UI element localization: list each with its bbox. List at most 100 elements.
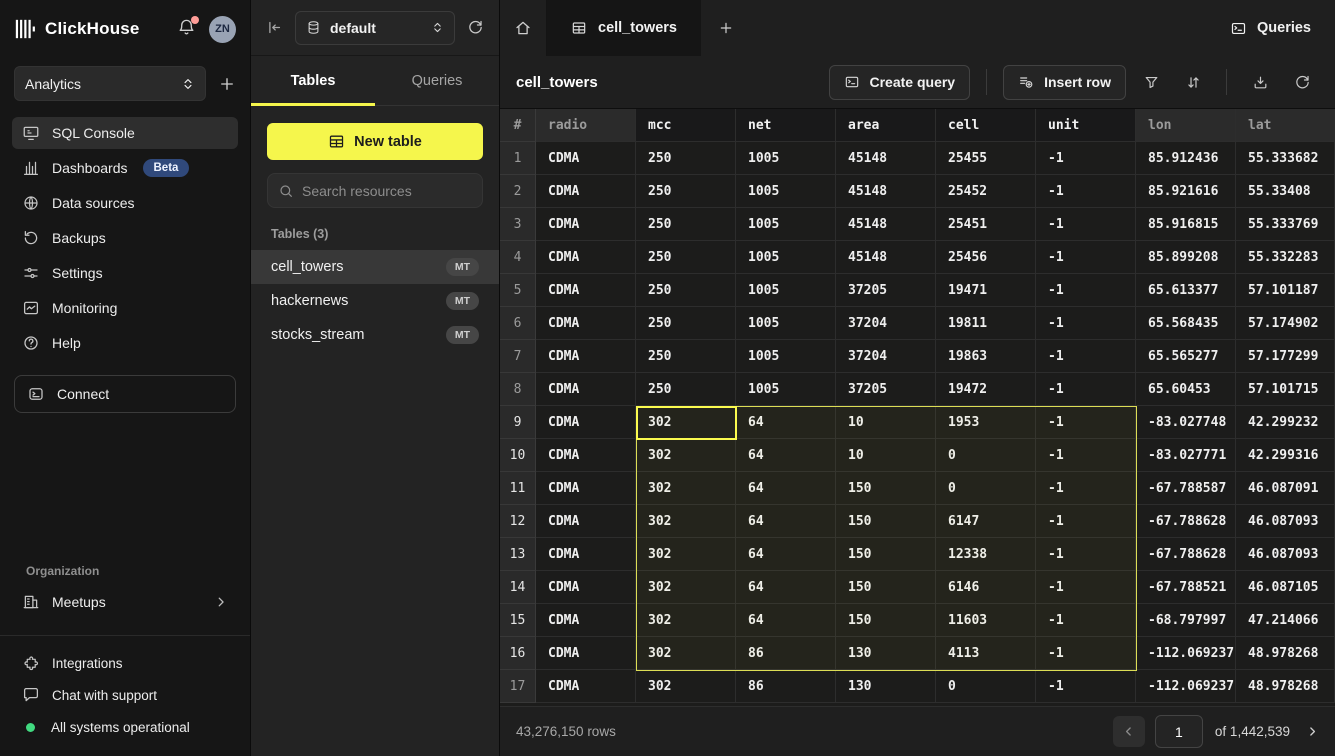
table-cell-unit[interactable]: -1 <box>1036 406 1136 439</box>
table-cell-mcc[interactable]: 302 <box>636 406 736 439</box>
table-cell-unit[interactable]: -1 <box>1036 439 1136 472</box>
table-cell-cell[interactable]: 19471 <box>936 274 1036 307</box>
row-number[interactable]: 10 <box>500 439 536 472</box>
table-cell-radio[interactable]: CDMA <box>536 373 636 406</box>
table-cell-lon[interactable]: 65.60453 <box>1136 373 1236 406</box>
table-cell-area[interactable]: 150 <box>836 472 936 505</box>
column-header-radio[interactable]: radio <box>536 109 636 142</box>
table-cell-lon[interactable]: -83.027748 <box>1136 406 1236 439</box>
table-cell-area[interactable]: 150 <box>836 571 936 604</box>
table-cell-net[interactable]: 1005 <box>736 175 836 208</box>
notifications-button[interactable] <box>177 18 196 40</box>
column-header-unit[interactable]: unit <box>1036 109 1136 142</box>
row-number[interactable]: 4 <box>500 241 536 274</box>
prev-page-button[interactable] <box>1113 716 1145 747</box>
refresh-button[interactable] <box>1285 65 1319 99</box>
connect-button[interactable]: Connect <box>14 375 236 413</box>
table-cell-radio[interactable]: CDMA <box>536 439 636 472</box>
search-input[interactable] <box>302 183 472 199</box>
table-cell-lat[interactable]: 57.101187 <box>1236 274 1335 307</box>
row-number[interactable]: 9 <box>500 406 536 439</box>
table-cell-net[interactable]: 64 <box>736 604 836 637</box>
table-cell-radio[interactable]: CDMA <box>536 175 636 208</box>
table-cell-lat[interactable]: 42.299232 <box>1236 406 1335 439</box>
table-cell-lat[interactable]: 55.332283 <box>1236 241 1335 274</box>
table-cell-cell[interactable]: 0 <box>936 670 1036 703</box>
table-cell-radio[interactable]: CDMA <box>536 142 636 175</box>
table-cell-mcc[interactable]: 250 <box>636 175 736 208</box>
table-cell-lat[interactable]: 47.214066 <box>1236 604 1335 637</box>
table-cell-unit[interactable]: -1 <box>1036 208 1136 241</box>
table-cell-area[interactable]: 150 <box>836 505 936 538</box>
table-cell-cell[interactable]: 25455 <box>936 142 1036 175</box>
tab-tables[interactable]: Tables <box>251 56 375 105</box>
table-cell-radio[interactable]: CDMA <box>536 340 636 373</box>
sidebar-item-monitoring[interactable]: Monitoring <box>12 292 238 324</box>
tab-cell-towers[interactable]: cell_towers <box>547 0 701 56</box>
table-cell-lat[interactable]: 42.299316 <box>1236 439 1335 472</box>
table-cell-area[interactable]: 45148 <box>836 241 936 274</box>
table-cell-mcc[interactable]: 250 <box>636 142 736 175</box>
workspace-select[interactable]: Analytics <box>14 66 206 101</box>
row-number[interactable]: 13 <box>500 538 536 571</box>
download-button[interactable] <box>1243 65 1277 99</box>
table-cell-cell[interactable]: 25452 <box>936 175 1036 208</box>
table-cell-mcc[interactable]: 250 <box>636 241 736 274</box>
table-cell-area[interactable]: 37204 <box>836 340 936 373</box>
page-input[interactable] <box>1155 715 1203 748</box>
table-cell-lon[interactable]: 85.921616 <box>1136 175 1236 208</box>
sidebar-item-chat-support[interactable]: Chat with support <box>12 680 238 710</box>
table-cell-lon[interactable]: -67.788521 <box>1136 571 1236 604</box>
table-cell-radio[interactable]: CDMA <box>536 604 636 637</box>
add-workspace-button[interactable] <box>218 75 236 93</box>
row-number[interactable]: 12 <box>500 505 536 538</box>
table-cell-unit[interactable]: -1 <box>1036 505 1136 538</box>
sidebar-item-dashboards[interactable]: Dashboards Beta <box>12 152 238 184</box>
row-number[interactable]: 17 <box>500 670 536 703</box>
table-cell-radio[interactable]: CDMA <box>536 406 636 439</box>
table-cell-radio[interactable]: CDMA <box>536 208 636 241</box>
row-number[interactable]: 15 <box>500 604 536 637</box>
table-cell-lon[interactable]: -67.788628 <box>1136 505 1236 538</box>
table-cell-lat[interactable]: 48.978268 <box>1236 637 1335 670</box>
table-cell-area[interactable]: 45148 <box>836 175 936 208</box>
table-cell-mcc[interactable]: 250 <box>636 274 736 307</box>
table-cell-lat[interactable]: 57.174902 <box>1236 307 1335 340</box>
table-cell-lat[interactable]: 57.177299 <box>1236 340 1335 373</box>
table-cell-lon[interactable]: 85.916815 <box>1136 208 1236 241</box>
table-cell-unit[interactable]: -1 <box>1036 142 1136 175</box>
queries-button[interactable]: Queries <box>1206 0 1335 56</box>
table-cell-area[interactable]: 37204 <box>836 307 936 340</box>
new-tab-button[interactable] <box>701 0 751 56</box>
table-cell-lat[interactable]: 57.101715 <box>1236 373 1335 406</box>
table-cell-mcc[interactable]: 250 <box>636 340 736 373</box>
table-cell-cell[interactable]: 6147 <box>936 505 1036 538</box>
table-cell-unit[interactable]: -1 <box>1036 637 1136 670</box>
column-header-net[interactable]: net <box>736 109 836 142</box>
table-cell-radio[interactable]: CDMA <box>536 505 636 538</box>
table-cell-net[interactable]: 64 <box>736 538 836 571</box>
avatar[interactable]: ZN <box>209 16 236 43</box>
table-cell-area[interactable]: 10 <box>836 439 936 472</box>
row-number[interactable]: 8 <box>500 373 536 406</box>
table-cell-unit[interactable]: -1 <box>1036 175 1136 208</box>
sidebar-item-meetups[interactable]: Meetups <box>12 586 238 618</box>
table-cell-unit[interactable]: -1 <box>1036 538 1136 571</box>
table-cell-net[interactable]: 64 <box>736 571 836 604</box>
table-list-item-cell-towers[interactable]: cell_towers MT <box>251 250 499 284</box>
table-cell-net[interactable]: 1005 <box>736 340 836 373</box>
table-cell-mcc[interactable]: 250 <box>636 307 736 340</box>
table-cell-lat[interactable]: 46.087091 <box>1236 472 1335 505</box>
table-cell-lon[interactable]: -83.027771 <box>1136 439 1236 472</box>
table-cell-lat[interactable]: 55.333769 <box>1236 208 1335 241</box>
refresh-icon[interactable] <box>467 19 484 36</box>
table-cell-lon[interactable]: -112.069237 <box>1136 670 1236 703</box>
table-cell-mcc[interactable]: 302 <box>636 670 736 703</box>
filter-button[interactable] <box>1134 65 1168 99</box>
table-cell-radio[interactable]: CDMA <box>536 637 636 670</box>
insert-row-button[interactable]: Insert row <box>1003 65 1126 100</box>
table-cell-radio[interactable]: CDMA <box>536 241 636 274</box>
table-cell-cell[interactable]: 0 <box>936 472 1036 505</box>
row-number[interactable]: 11 <box>500 472 536 505</box>
create-query-button[interactable]: Create query <box>829 65 971 100</box>
